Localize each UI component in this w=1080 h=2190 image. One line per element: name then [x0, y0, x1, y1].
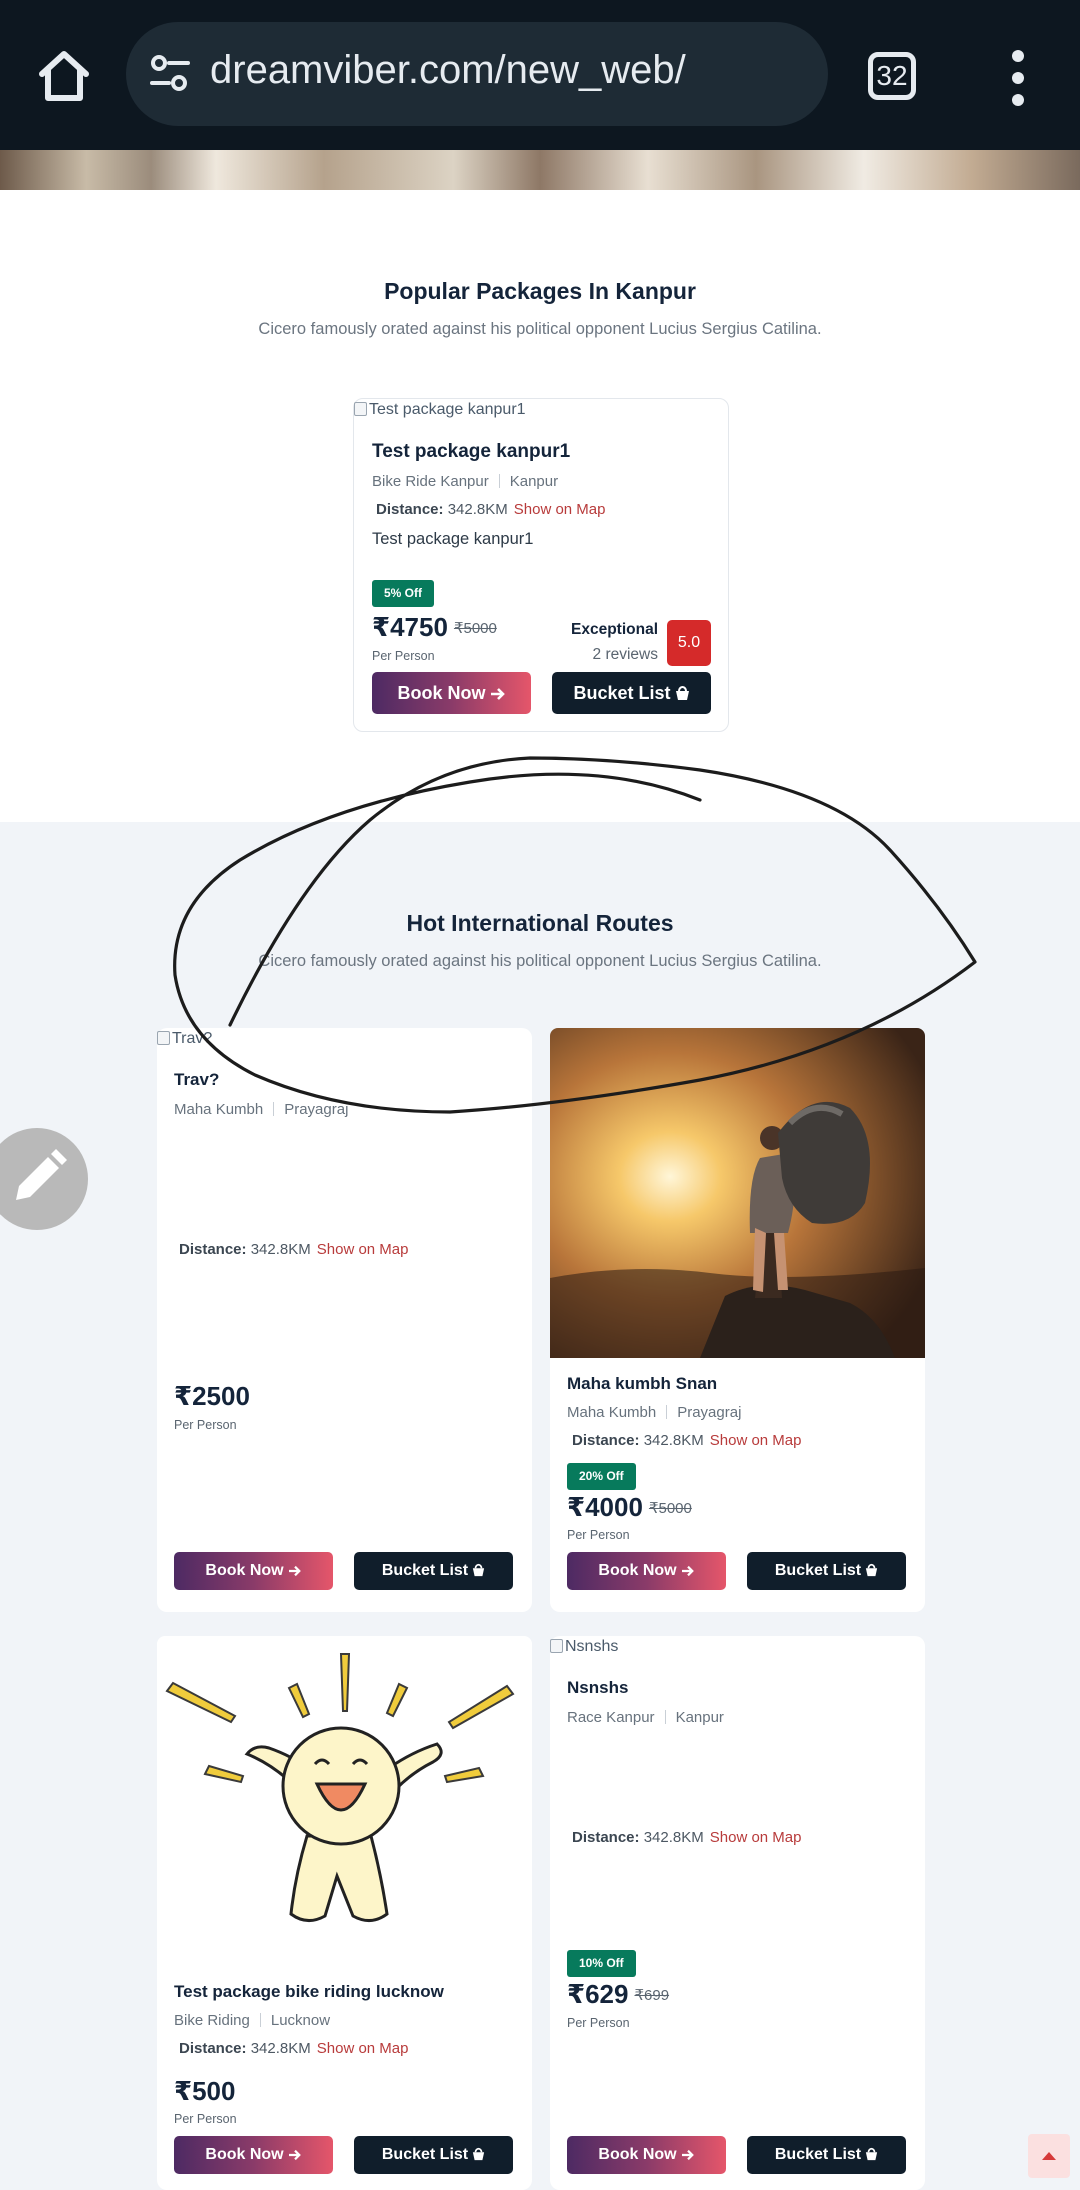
back-to-top-button[interactable] [1028, 2134, 1070, 2178]
package-distance: Distance: 342.8KM Show on Map [376, 501, 606, 518]
per-person-label: Per Person [174, 2112, 237, 2126]
broken-image-icon [157, 1031, 170, 1045]
hiker-sunset-photo[interactable] [550, 1028, 925, 1358]
show-on-map-link[interactable]: Show on Map [710, 1432, 802, 1449]
more-vert-icon[interactable] [1000, 48, 1036, 108]
package-price: ₹4750 ₹5000 [372, 612, 497, 642]
discount-badge: 5% Off [372, 580, 435, 607]
browser-toolbar: dreamviber.com/new_web/ 32 [0, 0, 1080, 150]
broken-image: Trav? [157, 1030, 212, 1048]
package-meta: Race Kanpur Kanpur [567, 1709, 724, 1726]
rating-label: Exceptional [571, 621, 658, 638]
broken-image-icon [354, 402, 367, 416]
package-description: Test package kanpur1 [372, 530, 534, 548]
discount-badge: 20% Off [567, 1463, 636, 1490]
bucket-list-button[interactable]: Bucket List [354, 2136, 513, 2174]
book-now-button[interactable]: Book Now [567, 1552, 726, 1590]
address-bar[interactable]: dreamviber.com/new_web/ [126, 22, 828, 126]
popular-packages-section: Popular Packages In Kanpur Cicero famous… [0, 190, 1080, 822]
package-card[interactable]: Trav? Trav? Maha Kumbh Prayagraj Distance… [157, 1028, 532, 1612]
old-price: ₹699 [634, 1987, 670, 2004]
package-price: ₹2500 [174, 1381, 250, 1411]
package-card[interactable]: Maha kumbh Snan Maha Kumbh Prayagraj Dist… [550, 1028, 925, 1612]
bucket-icon [865, 2147, 878, 2161]
show-on-map-link[interactable]: Show on Map [710, 1829, 802, 1846]
home-icon[interactable] [36, 48, 92, 104]
package-title[interactable]: Trav? [174, 1070, 219, 1090]
bucket-icon [675, 686, 689, 700]
discount-badge: 10% Off [567, 1950, 636, 1977]
old-price: ₹5000 [453, 620, 497, 637]
hot-international-routes-section: Hot International Routes Cicero famously… [0, 822, 1080, 2190]
arrow-right-icon [288, 2149, 301, 2161]
package-distance: Distance: 342.8KM Show on Map [179, 2040, 409, 2057]
bucket-list-button[interactable]: Bucket List [747, 2136, 906, 2174]
package-title[interactable]: Nsnshs [567, 1678, 628, 1698]
package-price: ₹629 ₹699 [567, 1979, 670, 2009]
per-person-label: Per Person [174, 1418, 237, 1432]
per-person-label: Per Person [372, 649, 435, 663]
section-title: Popular Packages In Kanpur [384, 278, 696, 304]
tabs-icon[interactable]: 32 [868, 52, 916, 100]
package-meta: Maha Kumbh Prayagraj [174, 1101, 349, 1118]
hero-image-strip [0, 150, 1080, 190]
package-distance: Distance: 342.8KM Show on Map [179, 1241, 409, 1258]
show-on-map-link[interactable]: Show on Map [514, 501, 606, 518]
show-on-map-link[interactable]: Show on Map [317, 1241, 409, 1258]
book-now-button[interactable]: Book Now [174, 2136, 333, 2174]
package-title[interactable]: Test package bike riding lucknow [174, 1982, 444, 2002]
reviews-count: 2 reviews [592, 646, 658, 663]
bucket-icon [865, 1563, 878, 1577]
arrow-right-icon [288, 1565, 301, 1577]
package-meta: Bike Riding Lucknow [174, 2012, 331, 2029]
section-title: Hot International Routes [406, 910, 674, 936]
section-subtitle: Cicero famously orated against his polit… [258, 320, 822, 338]
broken-image-icon [550, 1639, 563, 1653]
bucket-list-button[interactable]: Bucket List [552, 672, 711, 714]
package-title[interactable]: Test package kanpur1 [372, 441, 570, 463]
arrow-right-icon [681, 1565, 694, 1577]
url-text[interactable]: dreamviber.com/new_web/ [210, 48, 686, 93]
arrow-right-icon [681, 2149, 694, 2161]
package-card[interactable]: Test package kanpur1 Test package kanpur… [353, 398, 729, 732]
package-title[interactable]: Maha kumbh Snan [567, 1374, 717, 1394]
package-distance: Distance: 342.8KM Show on Map [572, 1432, 802, 1449]
pencil-icon [16, 1149, 67, 1200]
site-settings-icon[interactable] [148, 52, 192, 96]
bucket-list-button[interactable]: Bucket List [354, 1552, 513, 1590]
broken-image: Test package kanpur1 [354, 401, 526, 419]
book-now-button[interactable]: Book Now [567, 2136, 726, 2174]
bucket-icon [472, 2147, 485, 2161]
rating-score: 5.0 [667, 620, 711, 666]
old-price: ₹5000 [648, 1500, 692, 1517]
caret-up-icon [1042, 2152, 1056, 2160]
show-on-map-link[interactable]: Show on Map [317, 2040, 409, 2057]
bucket-icon [472, 1563, 485, 1577]
per-person-label: Per Person [567, 2016, 630, 2030]
broken-image: Nsnshs [550, 1638, 618, 1656]
package-price: ₹500 [174, 2076, 236, 2106]
edit-fab[interactable] [0, 1128, 88, 1230]
arrow-right-icon [490, 688, 505, 700]
package-meta: Maha Kumbh Prayagraj [567, 1404, 742, 1421]
book-now-button[interactable]: Book Now [372, 672, 531, 714]
package-meta: Bike Ride Kanpur Kanpur [372, 473, 559, 490]
bucket-list-button[interactable]: Bucket List [747, 1552, 906, 1590]
book-now-button[interactable]: Book Now [174, 1552, 333, 1590]
section-subtitle: Cicero famously orated against his polit… [258, 952, 822, 970]
per-person-label: Per Person [567, 1528, 630, 1542]
package-price: ₹4000 ₹5000 [567, 1492, 692, 1522]
package-card[interactable]: Test package bike riding lucknow Bike Ri… [157, 1636, 532, 2190]
happy-cartoon-illustration[interactable] [157, 1636, 532, 1966]
package-distance: Distance: 342.8KM Show on Map [572, 1829, 802, 1846]
package-card[interactable]: Nsnshs Nsnshs Race Kanpur Kanpur Distance… [550, 1636, 925, 2190]
